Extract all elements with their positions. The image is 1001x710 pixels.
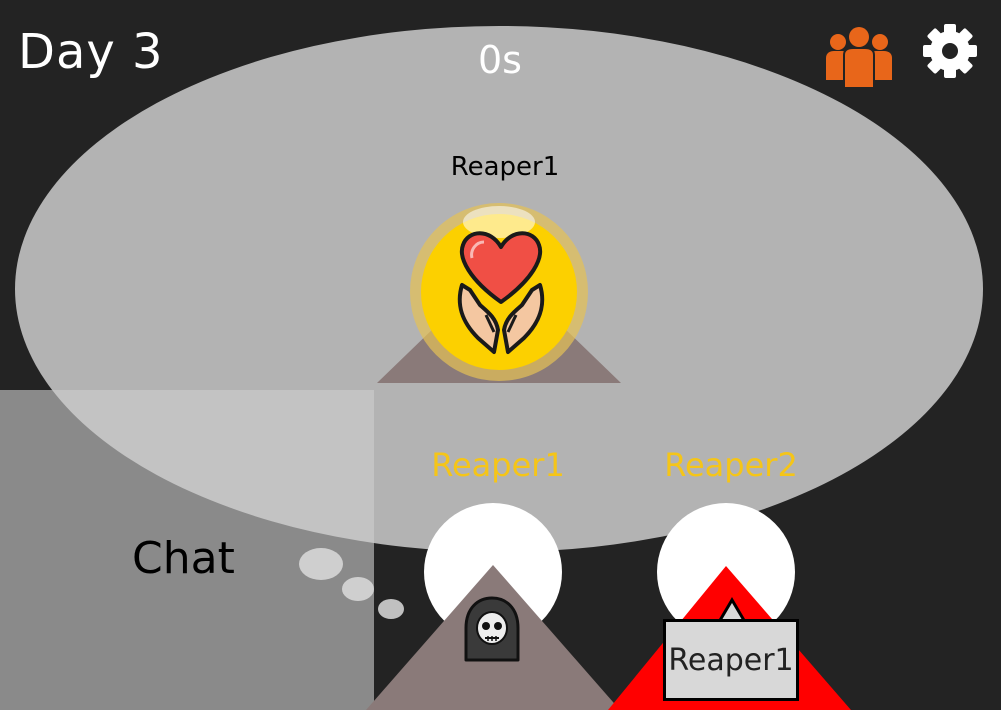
gear-icon[interactable]: [923, 24, 977, 78]
speaker-name: Reaper1: [450, 152, 560, 182]
timer: 0s: [478, 38, 522, 82]
group-icon[interactable]: [826, 27, 892, 89]
game-scene: [0, 24, 983, 710]
player-name-2: Reaper2: [664, 446, 798, 484]
chat-button[interactable]: Chat: [132, 533, 235, 584]
day-label: Day 3: [18, 24, 164, 80]
target-label[interactable]: Reaper1: [663, 619, 799, 701]
grim-reaper-icon: [464, 596, 520, 662]
player-name-1: Reaper1: [431, 446, 565, 484]
